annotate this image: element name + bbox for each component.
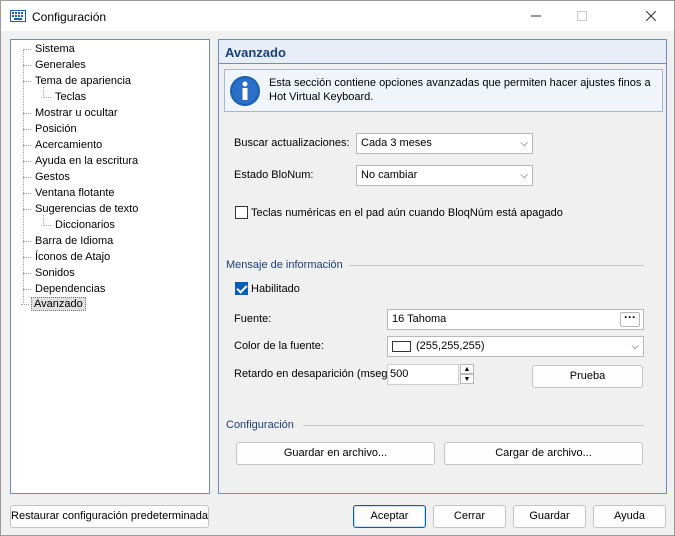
tree-item-ventana-flotante[interactable]: Ventana flotante [23,186,117,201]
tree-item-avanzado[interactable]: Avanzado [21,297,86,312]
settings-window: Configuración Sistema Generales Tema de … [0,0,675,536]
settings-tree: Sistema Generales Tema de apariencia Tec… [10,39,210,494]
tree-item-sonidos[interactable]: Sonidos [23,266,77,281]
help-button[interactable]: Ayuda [593,505,666,528]
advanced-panel: Avanzado Esta sección contiene opciones … [218,39,667,494]
tree-item-sistema[interactable]: Sistema [23,42,77,57]
tree-item-tema[interactable]: Tema de apariencia [23,74,133,89]
load-from-file-button[interactable]: Cargar de archivo... [444,442,643,465]
minimize-icon [531,15,541,17]
section-divider [349,265,644,266]
updates-value: Cada 3 meses [361,137,432,149]
tree-item-gestos[interactable]: Gestos [23,170,72,185]
font-color-label: Color de la fuente: [234,340,324,352]
delay-input[interactable]: 500 [387,364,459,385]
updates-label: Buscar actualizaciones: [234,137,350,149]
panel-title: Avanzado [219,40,666,64]
delay-spinner[interactable]: ▲ ▼ [460,364,474,384]
tree-item-ayuda-escritura[interactable]: Ayuda en la escritura [23,154,140,169]
section-divider [303,425,644,426]
font-color-value: (255,255,255) [416,340,485,352]
font-value: 16 Tahoma [392,313,447,325]
tree-item-teclas[interactable]: Teclas [43,90,88,105]
delay-value: 500 [390,368,409,380]
info-icon [230,76,260,106]
chevron-down-icon: ⌵ [520,170,528,181]
save-button[interactable]: Guardar [513,505,586,528]
info-banner: Esta sección contiene opciones avanzadas… [224,69,663,112]
tree-item-dependencias[interactable]: Dependencias [23,282,107,297]
close-dialog-button[interactable]: Cerrar [433,505,506,528]
tree-item-iconos-atajo[interactable]: Íconos de Atajo [23,250,112,265]
close-icon [646,11,656,21]
numlock-value: No cambiar [361,169,418,181]
save-to-file-button[interactable]: Guardar en archivo... [236,442,435,465]
tree-item-acercamiento[interactable]: Acercamiento [23,138,104,153]
tree-item-posicion[interactable]: Posición [23,122,79,137]
tree-item-generales[interactable]: Generales [23,58,88,73]
info-section-title: Mensaje de información [226,259,343,271]
info-text: Esta sección contiene opciones avanzadas… [269,77,651,103]
chevron-down-icon: ⌵ [520,138,528,149]
delay-label: Retardo en desaparición (mseg) [234,368,392,380]
enabled-checkbox-label: Habilitado [251,283,300,295]
maximize-button[interactable] [559,1,605,31]
window-title: Configuración [32,10,107,24]
close-button[interactable] [628,1,674,31]
numpad-checkbox-label: Teclas numéricas en el pad aún cuando Bl… [251,207,563,219]
color-swatch [392,341,411,352]
restore-defaults-button[interactable]: Restaurar configuración predeterminada [10,505,209,528]
numpad-checkbox[interactable] [235,206,248,219]
tree-item-diccionarios[interactable]: Diccionarios [43,218,117,233]
accept-button[interactable]: Aceptar [353,505,426,528]
chevron-down-icon: ⌵ [631,341,639,352]
tree-item-barra-idioma[interactable]: Barra de Idioma [23,234,115,249]
tree-item-mostrar[interactable]: Mostrar u ocultar [23,106,120,121]
minimize-button[interactable] [513,1,559,31]
config-section-title: Configuración [226,419,294,431]
numlock-label: Estado BloNum: [234,169,314,181]
updates-select[interactable]: Cada 3 meses ⌵ [356,133,533,154]
font-color-select[interactable]: (255,255,255) ⌵ [387,336,644,357]
font-field[interactable]: 16 Tahoma ··· [387,309,644,330]
spin-up-icon[interactable]: ▲ [460,364,474,374]
tree-item-sugerencias[interactable]: Sugerencias de texto [23,202,140,217]
title-bar: Configuración [1,1,674,31]
font-label: Fuente: [234,313,272,325]
font-browse-button[interactable]: ··· [620,311,640,327]
keyboard-icon [10,10,26,22]
numlock-select[interactable]: No cambiar ⌵ [356,165,533,186]
spin-down-icon[interactable]: ▼ [460,374,474,384]
maximize-icon [577,11,587,21]
enabled-checkbox[interactable] [235,282,248,295]
test-button[interactable]: Prueba [532,365,643,388]
